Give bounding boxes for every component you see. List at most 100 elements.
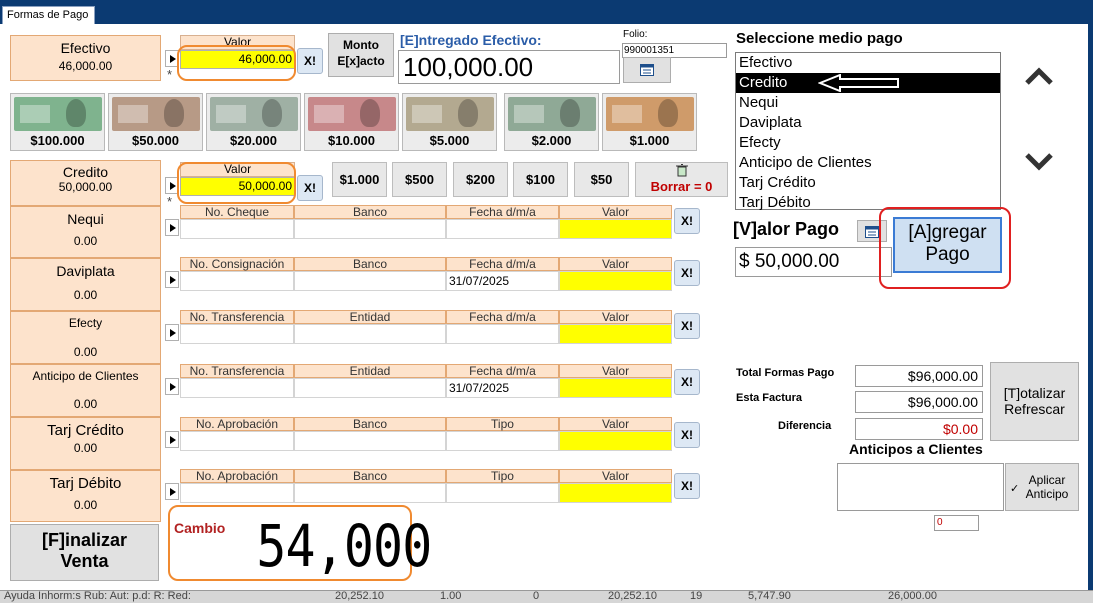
tab-formas-de-pago[interactable]: Formas de Pago [2,6,96,24]
clear-x-icon: X! [681,266,693,280]
clear-x-icon: X! [681,319,693,333]
grid-cell-tipo[interactable] [446,431,559,451]
clear-efectivo-button[interactable]: X! [297,48,323,74]
grid-cell-entidad[interactable] [294,378,446,398]
efectivo-highlight [177,45,296,81]
monto-exacto-button[interactable]: Monto E[x]acto [328,33,394,77]
medio-pago-option[interactable]: Efecty [736,133,1000,153]
method-nequi: Nequi 0.00 [10,206,161,258]
grid-cell-numero[interactable] [180,378,294,398]
method-tarj-debito: Tarj Débito 0.00 [10,470,161,522]
finalizar-venta-button[interactable]: [F]inalizar Venta [10,524,159,581]
clear-x-icon: X! [681,428,693,442]
folio-input[interactable]: 990001351 [622,43,727,58]
coin-200-button[interactable]: $200 [453,162,508,197]
folio-calendar-button[interactable] [623,57,671,83]
method-value: 50,000.00 [58,180,113,194]
grid-cell-banco[interactable] [294,219,446,239]
clear-credito-button[interactable]: X! [297,175,323,201]
coin-100-button[interactable]: $100 [513,162,568,197]
grid-cell-entidad[interactable] [294,324,446,344]
row-selector[interactable] [165,271,179,288]
bill-1000-button[interactable]: $1.000 [602,93,697,151]
valor-pago-input[interactable]: $ 50,000.00 [735,247,892,277]
totalizar-button[interactable]: [T]otalizar Refrescar [990,362,1079,441]
grid-cell-valor[interactable] [559,483,672,503]
medio-pago-listbox[interactable]: Efectivo Credito Nequi Daviplata Efecty … [735,52,1001,211]
borrar-button[interactable]: Borrar = 0 [635,162,728,197]
grid-daviplata: No. Consignación Banco Fecha d/m/a Valor… [180,257,672,293]
diferencia-label: Diferencia [778,420,832,432]
grid-header: Fecha d/m/a [446,364,559,378]
medio-pago-option[interactable]: Anticipo de Clientes [736,153,1000,173]
row-selector[interactable] [165,431,179,448]
grid-cell-valor[interactable] [559,271,672,291]
coin-50-button[interactable]: $50 [574,162,629,197]
bill-10000-button[interactable]: $10.000 [304,93,399,151]
bill-20000-button[interactable]: $20.000 [206,93,301,151]
clear-x-icon: X! [304,181,316,195]
method-efecty: Efecty 0.00 [10,311,161,364]
grid-cell-numero[interactable] [180,219,294,239]
grid-header: Valor [559,257,672,271]
grid-cell-fecha[interactable] [446,219,559,239]
grid-cell-valor[interactable] [559,219,672,239]
grid-cell-numero[interactable] [180,271,294,291]
anticipos-list[interactable] [837,463,1004,511]
aplicar-anticipo-button[interactable]: ✓ Aplicar Anticipo [1005,463,1079,511]
entregado-input[interactable]: 100,000.00 [398,50,620,84]
row-selector[interactable] [165,219,179,236]
coin-500-button[interactable]: $500 [392,162,447,197]
grid-cell-valor[interactable] [559,324,672,344]
grid-cell-fecha[interactable]: 31/07/2025 [446,378,559,398]
medio-pago-option[interactable]: Nequi [736,93,1000,113]
medio-pago-option[interactable]: Daviplata [736,113,1000,133]
bill-100000-button[interactable]: $100.000 [10,93,105,151]
clear-anticipo-button[interactable]: X! [674,369,700,395]
coin-1000-button[interactable]: $1.000 [332,162,387,197]
clear-efecty-button[interactable]: X! [674,313,700,339]
grid-cell-banco[interactable] [294,271,446,291]
grid-cell-tipo[interactable] [446,483,559,503]
grid-header: No. Transferencia [180,310,294,324]
agregar-pago-button[interactable]: [A]gregar Pago [893,217,1002,273]
grid-cell-fecha[interactable] [446,324,559,344]
row-selector[interactable] [165,378,179,395]
grid-header: Banco [294,205,446,219]
grid-tarj-debito: No. Aprobación Banco Tipo Valor [180,469,672,505]
scroll-down-chevron-icon[interactable] [1024,152,1054,172]
clear-nequi-button[interactable]: X! [674,208,700,234]
scroll-up-chevron-icon[interactable] [1024,66,1054,86]
total-formas-label: Total Formas Pago [736,367,835,379]
grid-cell-fecha[interactable]: 31/07/2025 [446,271,559,291]
calendar-icon [640,64,654,76]
grid-cell-numero[interactable] [180,324,294,344]
clear-tarj-debito-button[interactable]: X! [674,473,700,499]
credito-highlight [177,162,296,204]
bill-5000-button[interactable]: $5.000 [402,93,497,151]
row-selector[interactable] [165,324,179,341]
status-text: Ayuda Inhorm:s Rub: Aut: p.d: R: Red: [4,590,191,602]
grid-header: Valor [559,469,672,483]
medio-pago-option[interactable]: Tarj Crédito [736,173,1000,193]
grid-cell-numero[interactable] [180,483,294,503]
medio-pago-option[interactable]: Efectivo [736,53,1000,73]
grid-cell-valor[interactable] [559,378,672,398]
grid-cell-numero[interactable] [180,431,294,451]
grid-header: Entidad [294,364,446,378]
row-selector[interactable] [165,483,179,500]
cambio-value: 54,000 [256,512,432,580]
grid-cell-valor[interactable] [559,431,672,451]
grid-anticipo: No. Transferencia Entidad Fecha d/m/a Va… [180,364,672,400]
grid-cell-banco[interactable] [294,483,446,503]
banknote-1000-image [605,97,694,131]
clear-tarj-credito-button[interactable]: X! [674,422,700,448]
grid-header: Fecha d/m/a [446,310,559,324]
bill-50000-button[interactable]: $50.000 [108,93,203,151]
grid-cell-banco[interactable] [294,431,446,451]
bill-2000-button[interactable]: $2.000 [504,93,599,151]
medio-pago-option-selected[interactable]: Credito [736,73,1000,93]
recycle-bin-icon [675,163,688,177]
bill-label: $1.000 [629,133,670,148]
clear-daviplata-button[interactable]: X! [674,260,700,286]
